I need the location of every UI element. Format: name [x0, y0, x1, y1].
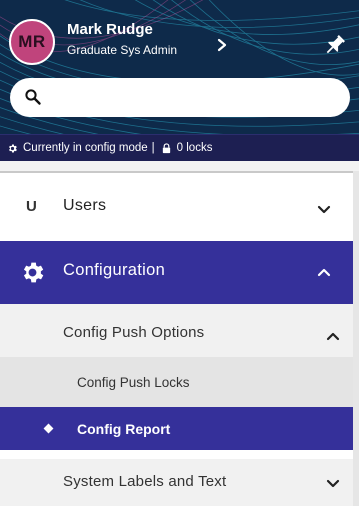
status-separator: |	[151, 142, 155, 154]
search-input[interactable]	[54, 84, 339, 111]
navigation-menu: U Users Configuration Config Push Option…	[0, 171, 353, 506]
menu-item-configuration[interactable]: Configuration	[0, 241, 353, 304]
user-role: Graduate Sys Admin	[67, 43, 178, 57]
gear-icon	[9, 143, 17, 153]
submenu-item-label: Config Report	[77, 421, 171, 437]
chevron-down-icon[interactable]	[317, 205, 331, 215]
gear-icon	[23, 262, 44, 283]
submenu-item-system-labels-and-text[interactable]: System Labels and Text	[0, 459, 353, 506]
scrollbar[interactable]	[353, 171, 359, 506]
chevron-right-icon[interactable]	[215, 38, 229, 52]
menu-item-label: Users	[63, 197, 107, 214]
submenu-item-label: System Labels and Text	[63, 473, 227, 490]
search-box[interactable]	[10, 78, 350, 117]
submenu-item-config-push-options[interactable]: Config Push Options	[0, 304, 353, 357]
submenu-item-config-push-locks[interactable]: Config Push Locks	[0, 357, 353, 407]
chevron-up-icon[interactable]	[326, 331, 340, 341]
chevron-down-icon[interactable]	[326, 479, 340, 489]
avatar[interactable]: MR	[9, 19, 55, 65]
locks-count-text[interactable]: 0 locks	[177, 142, 213, 154]
pin-icon[interactable]	[322, 32, 348, 58]
user-name: Mark Rudge	[67, 21, 153, 38]
profile-header: MR Mark Rudge Graduate Sys Admin	[0, 0, 359, 134]
submenu-item-config-report[interactable]: Config Report	[0, 407, 353, 450]
diamond-bullet-icon	[43, 423, 54, 434]
submenu-item-label: Config Push Locks	[77, 375, 190, 390]
lock-icon	[162, 142, 170, 153]
users-letter-icon: U	[26, 198, 37, 215]
submenu-item-label: Config Push Options	[63, 324, 205, 341]
search-icon	[25, 89, 41, 105]
chevron-up-icon[interactable]	[317, 267, 331, 277]
config-mode-text: Currently in config mode	[23, 142, 148, 154]
menu-item-label: Configuration	[63, 261, 166, 279]
menu-item-users[interactable]: U Users	[0, 175, 353, 241]
config-status-bar: Currently in config mode | 0 locks	[0, 134, 359, 161]
